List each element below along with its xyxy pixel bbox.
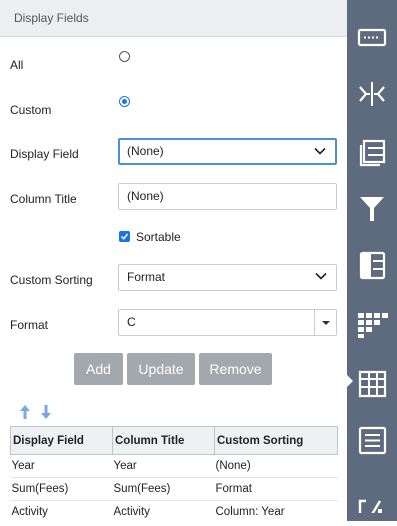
percent-button[interactable] <box>347 470 397 526</box>
table-cell: Format <box>214 477 338 501</box>
chevron-down-icon <box>315 272 327 280</box>
sortable-checkbox[interactable] <box>119 231 130 242</box>
format-combobox[interactable]: C <box>118 309 337 336</box>
custom-sorting-value: Format <box>127 270 166 284</box>
move-down-icon[interactable] <box>41 405 51 419</box>
all-label: All <box>10 58 24 72</box>
dot-grid-icon <box>358 313 388 338</box>
display-fields-panel: Display Fields All Custom Display Field … <box>0 0 347 521</box>
filter-button[interactable] <box>347 181 397 237</box>
merge-button[interactable] <box>347 67 397 123</box>
list-panel-button[interactable] <box>347 238 397 294</box>
table-cell: Sum(Fees) <box>10 477 113 501</box>
table-cell: Activity <box>10 500 113 521</box>
filter-icon <box>360 197 384 221</box>
table-cell: (None) <box>214 454 338 478</box>
column-title-label: Column Title <box>10 192 77 206</box>
format-label: Format <box>10 318 49 332</box>
format-dropdown-button[interactable] <box>314 310 336 335</box>
table-header-row: Display Field Column Title Custom Sortin… <box>10 426 338 455</box>
table-grid-icon <box>358 370 387 398</box>
layers-button[interactable] <box>347 124 397 180</box>
table-cell: Sum(Fees) <box>112 477 215 501</box>
table-cell: Year <box>10 454 113 478</box>
display-fields-table: Display Field Column Title Custom Sortin… <box>10 426 338 521</box>
panel-title: Display Fields <box>0 0 347 37</box>
dot-grid-button[interactable] <box>347 296 397 352</box>
table-row[interactable]: Activity Activity Column: Year <box>10 500 338 521</box>
custom-sorting-select[interactable]: Format <box>118 264 337 291</box>
add-button[interactable]: Add <box>74 353 123 385</box>
percent-icon <box>358 499 382 513</box>
custom-radio[interactable] <box>119 96 130 107</box>
table-cell: Year <box>112 454 215 478</box>
merge-arrows-icon <box>359 82 385 106</box>
table-row[interactable]: Sum(Fees) Sum(Fees) Format <box>10 477 338 501</box>
update-button[interactable]: Update <box>127 353 195 385</box>
display-field-value: (None) <box>127 144 164 158</box>
header-column-title[interactable]: Column Title <box>112 426 215 455</box>
table-cell: Column: Year <box>214 500 338 521</box>
keyboard-button[interactable] <box>347 10 397 66</box>
move-up-icon[interactable] <box>20 405 30 419</box>
display-field-label: Display Field <box>10 147 79 161</box>
tool-sidebar <box>347 0 397 521</box>
lines-button[interactable] <box>347 413 397 469</box>
layers-icon <box>359 139 386 167</box>
table-cell: Activity <box>112 500 215 521</box>
column-title-value: (None) <box>127 189 164 203</box>
table-row[interactable]: Year Year (None) <box>10 454 338 478</box>
remove-button[interactable]: Remove <box>199 353 272 385</box>
format-value: C <box>127 315 136 329</box>
header-custom-sorting[interactable]: Custom Sorting <box>214 426 338 455</box>
display-field-select[interactable]: (None) <box>118 138 337 165</box>
header-display-field[interactable]: Display Field <box>10 426 113 455</box>
chevron-down-icon <box>314 147 326 155</box>
custom-label: Custom <box>10 103 52 117</box>
checkmark-icon <box>120 233 129 240</box>
keyboard-icon <box>357 28 387 47</box>
lines-icon <box>358 426 387 455</box>
custom-sorting-label: Custom Sorting <box>10 273 93 287</box>
sortable-label: Sortable <box>136 230 181 244</box>
column-title-input[interactable]: (None) <box>118 183 337 210</box>
list-panel-icon <box>359 251 386 280</box>
all-radio[interactable] <box>119 51 130 62</box>
table-grid-button[interactable] <box>347 356 397 412</box>
